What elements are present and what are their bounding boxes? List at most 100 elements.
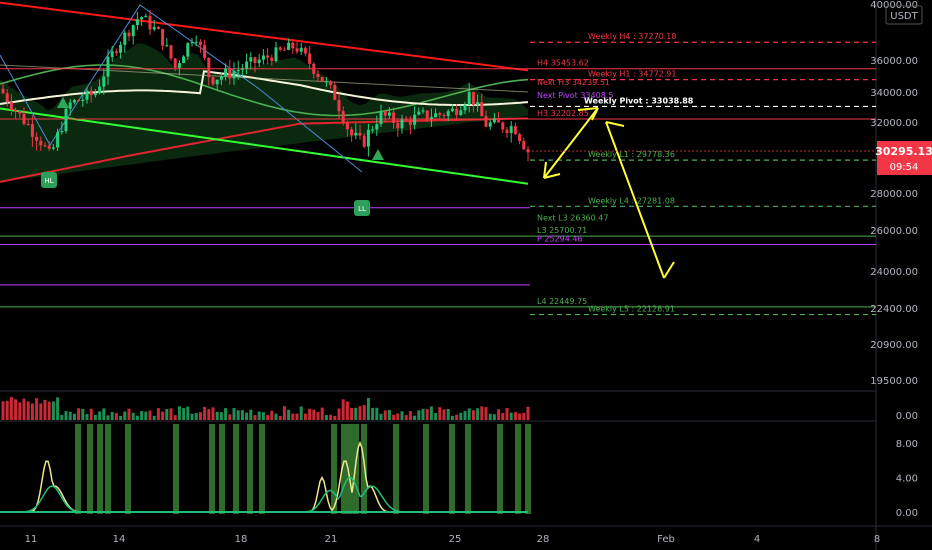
time-tick-label: 8 (874, 534, 880, 545)
marker-label: LL (358, 205, 366, 213)
signal-bar (497, 424, 503, 514)
price-chart[interactable]: Weekly H4 : 37270.18H4 35453.62Weekly H1… (0, 0, 932, 550)
volume-bar (274, 413, 278, 420)
volume-bar (291, 413, 295, 420)
volume-bar (207, 409, 211, 420)
candle-body (471, 92, 475, 105)
volume-bar (345, 401, 349, 420)
candle-body (476, 102, 480, 105)
volume-bar (509, 412, 513, 420)
candle-body (379, 111, 383, 125)
candle-body (68, 102, 72, 109)
volume-bar (72, 413, 76, 420)
price-tick-label: 36000.00 (870, 56, 918, 67)
volume-bar (232, 408, 236, 420)
volume-bar (224, 408, 228, 420)
candle-body (203, 45, 207, 58)
indicator-tick-label: 8.00 (896, 439, 918, 450)
signal-bar (125, 424, 131, 514)
volume-bar (114, 413, 118, 420)
volume-bar (43, 399, 47, 420)
candle-body (324, 81, 328, 83)
candle-body (240, 68, 244, 70)
candle-body (30, 124, 34, 137)
candle-body (425, 110, 429, 119)
candle-body (190, 42, 194, 44)
candle-body (421, 110, 425, 112)
price-tick-label: 26000.00 (870, 226, 918, 237)
time-tick-label: 25 (449, 534, 462, 545)
volume-bar (26, 401, 30, 420)
candle-body (299, 47, 303, 52)
volume-bar (375, 407, 379, 420)
volume-bar (93, 414, 97, 420)
indicator-tick-label: 0.00 (896, 508, 918, 519)
candle-body (194, 41, 198, 43)
candle-body (161, 29, 165, 46)
volume-bar (190, 413, 194, 420)
volume-bar (194, 412, 198, 420)
candle-body (392, 112, 396, 123)
volume-bar (513, 412, 517, 420)
volume-bar (123, 411, 127, 420)
volume-bar (1, 401, 5, 420)
signal-bar (105, 424, 111, 514)
volume-bar (501, 413, 505, 420)
volume-bar (383, 410, 387, 420)
volume-bar (282, 406, 286, 420)
candle-body (404, 119, 408, 121)
candle-body (89, 90, 93, 96)
volume-bar (371, 407, 375, 420)
candle-body (396, 122, 400, 129)
candle-body (413, 114, 417, 125)
candle-body (22, 113, 26, 125)
volume-bar (467, 408, 471, 420)
candle-body (186, 43, 190, 57)
candle-body (400, 119, 404, 129)
time-tick-label: 11 (25, 534, 38, 545)
candle-body (266, 55, 270, 58)
volume-bar (459, 412, 463, 420)
price-tick-label: 20900.00 (870, 340, 918, 351)
currency-label: USDT (890, 11, 918, 22)
candle-body (257, 59, 261, 63)
candle-body (5, 93, 9, 103)
level-label: Weekly L5 : 22126.91 (588, 305, 675, 314)
candle-body (43, 145, 47, 147)
candle-body (232, 71, 236, 79)
volume-bar (396, 413, 400, 420)
candle-body (81, 99, 85, 102)
volume-bar (505, 408, 509, 420)
volume-bar (270, 410, 274, 420)
signal-bar (219, 424, 225, 514)
volume-bar (417, 410, 421, 420)
volume-bar (400, 411, 404, 420)
volume-bar (492, 414, 496, 420)
volume-bar (484, 407, 488, 420)
volume-bar (450, 415, 454, 420)
volume-bar (140, 411, 144, 420)
volume-bar (308, 408, 312, 420)
volume-bar (480, 406, 484, 420)
candle-body (509, 126, 513, 133)
candle-body (434, 113, 438, 118)
candle-body (9, 102, 13, 111)
candle-body (93, 93, 97, 96)
price-tick-label: 28000.00 (870, 189, 918, 200)
signal-bar (75, 424, 81, 514)
candle-body (26, 124, 30, 126)
volume-bar (110, 412, 114, 420)
volume-bar (18, 402, 22, 420)
price-tick-label: 24000.00 (870, 267, 918, 278)
volume-bar (425, 409, 429, 420)
volume-bar (392, 414, 396, 420)
level-label: Weekly H4 : 37270.18 (588, 32, 676, 41)
candle-body (102, 76, 106, 87)
last-price-value: 30295.13 (875, 145, 932, 158)
candle-body (446, 111, 450, 116)
signal-bar (233, 424, 239, 514)
candle-body (110, 51, 114, 58)
candle-body (492, 118, 496, 123)
candle-body (282, 49, 286, 51)
volume-bar (89, 408, 93, 420)
